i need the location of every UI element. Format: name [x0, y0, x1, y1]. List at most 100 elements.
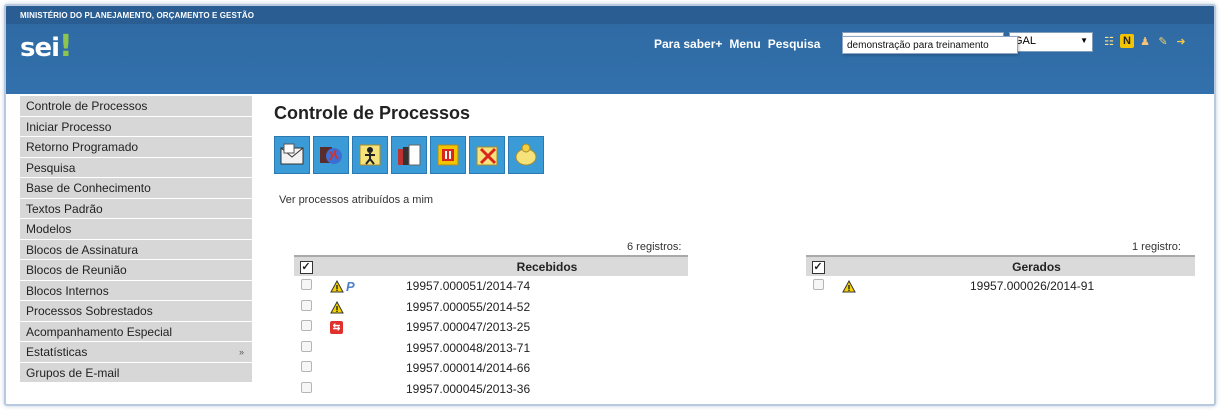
- header-spacer: [316, 255, 406, 276]
- send-process-button[interactable]: [274, 136, 310, 174]
- menu-label: Grupos de E-mail: [26, 365, 120, 380]
- menu-label: Pesquisa: [26, 160, 76, 175]
- annotation-icon: [515, 143, 537, 166]
- menu-label: Acompanhamento Especial: [26, 324, 173, 339]
- conclude-process-button[interactable]: [469, 136, 505, 174]
- nav-para-saber[interactable]: Para saber+: [654, 37, 722, 51]
- send-icon: [280, 143, 304, 165]
- received-table: ✓ Recebidos P 19957.000051/2014-74 19957…: [294, 255, 688, 399]
- warning-icon: [842, 280, 856, 293]
- menu-label: Blocos de Reunião: [26, 263, 127, 277]
- menu-item-acompanhamento-especial[interactable]: Acompanhamento Especial: [20, 321, 252, 342]
- select-all-generated[interactable]: ✓: [806, 255, 828, 276]
- assigned-to-me-link[interactable]: Ver processos atribuídos a mim: [279, 194, 433, 206]
- menu-item-modelos[interactable]: Modelos: [20, 219, 252, 240]
- menu-item-retorno-programado[interactable]: Retorno Programado: [20, 137, 252, 158]
- assign-icon: [359, 144, 381, 166]
- menu-label: Controle de Processos: [26, 99, 148, 113]
- menu-item-pesquisa[interactable]: Pesquisa: [20, 157, 252, 178]
- row-checkbox[interactable]: [812, 279, 824, 291]
- warning-icon: [330, 279, 344, 293]
- logo-text: sei: [20, 33, 60, 63]
- table-row: P 19957.000051/2014-74: [294, 276, 688, 297]
- process-link[interactable]: 19957.000045/2013-36: [406, 382, 530, 396]
- process-link[interactable]: 19957.000048/2013-71: [406, 341, 530, 355]
- pause-icon: [437, 144, 459, 166]
- row-checkbox[interactable]: [300, 381, 312, 393]
- nav-menu[interactable]: Menu: [729, 37, 760, 51]
- menu-item-textos-padrao[interactable]: Textos Padrão: [20, 198, 252, 219]
- menu-item-iniciar-processo[interactable]: Iniciar Processo: [20, 116, 252, 137]
- process-link[interactable]: 19957.000055/2014-52: [406, 300, 530, 314]
- table-row: 19957.000014/2014-66: [294, 358, 688, 379]
- suspend-process-button[interactable]: [430, 136, 466, 174]
- unit-select[interactable]: GAL ▼: [1009, 32, 1093, 52]
- received-header: Recebidos: [406, 255, 688, 276]
- menu-label: Estatísticas: [26, 345, 88, 359]
- annotation-button[interactable]: [508, 136, 544, 174]
- menu-item-blocos-assinatura[interactable]: Blocos de Assinatura: [20, 239, 252, 260]
- notes-icon[interactable]: N: [1120, 34, 1134, 48]
- menu-label: Processos Sobrestados: [26, 304, 153, 318]
- user-icon[interactable]: ♟: [1138, 34, 1152, 48]
- top-bar: sei! Para saber+ Menu Pesquisa GAL ▼ ☷ N…: [6, 24, 1214, 94]
- row-checkbox[interactable]: [300, 299, 312, 311]
- menu-item-grupos-email[interactable]: Grupos de E-mail: [20, 362, 252, 383]
- process-link[interactable]: 19957.000026/2014-91: [970, 279, 1094, 293]
- tool-icons: ☷ N ♟ ✎ ➜: [1102, 34, 1188, 48]
- page-title: Controle de Processos: [274, 103, 471, 123]
- exit-icon[interactable]: ➜: [1174, 34, 1188, 48]
- generated-count: 1 registro:: [1132, 241, 1181, 253]
- sidebar-menu: Controle de Processos Iniciar Processo R…: [20, 96, 252, 383]
- row-checkbox[interactable]: [300, 320, 312, 332]
- nav-pesquisa[interactable]: Pesquisa: [768, 37, 821, 51]
- checkbox-checked-icon: ✓: [811, 261, 825, 274]
- return-alert-icon: ⇆: [330, 321, 343, 335]
- menu-item-estatisticas[interactable]: Estatísticas »: [20, 342, 252, 363]
- menu-item-base-conhecimento[interactable]: Base de Conhecimento: [20, 178, 252, 199]
- action-toolbar: [274, 136, 544, 174]
- process-link[interactable]: 19957.000047/2013-25: [406, 320, 530, 334]
- menu-item-processos-sobrestados[interactable]: Processos Sobrestados: [20, 301, 252, 322]
- update-units-button[interactable]: [313, 136, 349, 174]
- process-link[interactable]: 19957.000051/2014-74: [406, 279, 530, 293]
- generated-table: ✓ Gerados 19957.000026/2014-91: [806, 255, 1195, 297]
- row-checkbox[interactable]: [300, 279, 312, 291]
- table-row: 19957.000048/2013-71: [294, 338, 688, 359]
- menu-item-blocos-internos[interactable]: Blocos Internos: [20, 280, 252, 301]
- submenu-arrow-icon: »: [238, 347, 244, 357]
- logo-mark: !: [59, 29, 73, 64]
- menu-item-blocos-reuniao[interactable]: Blocos de Reunião: [20, 260, 252, 281]
- top-nav: Para saber+ Menu Pesquisa: [654, 37, 820, 51]
- app-window: MINISTÉRIO DO PLANEJAMENTO, ORÇAMENTO E …: [4, 4, 1216, 406]
- assign-process-button[interactable]: [352, 136, 388, 174]
- menu-item-controle-processos[interactable]: Controle de Processos: [20, 96, 252, 117]
- globe-icon: [320, 147, 342, 164]
- menu-label: Iniciar Processo: [26, 119, 112, 134]
- documents-icon: [398, 144, 421, 166]
- wrench-icon[interactable]: ✎: [1156, 34, 1170, 48]
- received-count: 6 registros:: [627, 241, 682, 253]
- checkbox-checked-icon: ✓: [299, 261, 313, 274]
- chevron-down-icon: ▼: [1080, 36, 1088, 45]
- note-p-icon: P: [346, 278, 355, 294]
- header-spacer: [828, 255, 878, 276]
- menu-label: Modelos: [26, 222, 72, 236]
- sei-logo[interactable]: sei!: [20, 29, 73, 64]
- menu-label: Retorno Programado: [26, 140, 139, 154]
- row-checkbox[interactable]: [300, 361, 312, 373]
- select-all-received[interactable]: ✓: [294, 255, 316, 276]
- menu-label: Blocos de Assinatura: [26, 242, 139, 257]
- menu-label: Base de Conhecimento: [26, 181, 151, 195]
- ministry-bar: MINISTÉRIO DO PLANEJAMENTO, ORÇAMENTO E …: [6, 6, 1214, 24]
- row-checkbox[interactable]: [300, 340, 312, 352]
- documents-button[interactable]: [391, 136, 427, 174]
- table-row: ⇆ 19957.000047/2013-25: [294, 317, 688, 338]
- process-link[interactable]: 19957.000014/2014-66: [406, 361, 530, 375]
- search-autocomplete-item[interactable]: demonstração para treinamento: [842, 36, 1018, 54]
- table-row: 19957.000045/2013-36: [294, 379, 688, 400]
- warning-icon: [330, 300, 344, 314]
- table-row: 19957.000055/2014-52: [294, 297, 688, 318]
- menu-label: Textos Padrão: [26, 201, 103, 216]
- list-icon[interactable]: ☷: [1102, 34, 1116, 48]
